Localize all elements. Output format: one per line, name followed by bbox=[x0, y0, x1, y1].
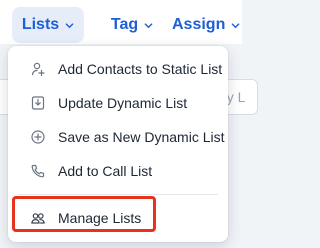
tag-button-label: Tag bbox=[110, 16, 139, 33]
assign-button[interactable]: Assign bbox=[163, 7, 253, 43]
menu-item-label: Update Dynamic List bbox=[58, 95, 188, 111]
menu-divider bbox=[18, 194, 218, 195]
menu-item-save-as-new-dynamic-list[interactable]: Save as New Dynamic List bbox=[8, 122, 228, 152]
assign-button-label: Assign bbox=[172, 16, 226, 33]
phone-icon bbox=[30, 163, 46, 179]
menu-item-add-to-call-list[interactable]: Add to Call List bbox=[8, 156, 228, 186]
chevron-down-icon bbox=[65, 22, 74, 28]
chevron-down-icon bbox=[144, 22, 153, 28]
menu-item-label: Add to Call List bbox=[58, 163, 153, 179]
add-contact-icon bbox=[30, 61, 46, 77]
lists-button-label: Lists bbox=[21, 16, 60, 33]
highlight-box bbox=[12, 196, 156, 232]
tag-button[interactable]: Tag bbox=[102, 7, 162, 43]
lists-button[interactable]: Lists bbox=[12, 7, 84, 43]
plus-circle-icon bbox=[30, 129, 46, 145]
toolbar: Lists Tag Assign bbox=[0, 0, 242, 44]
menu-item-label: Save as New Dynamic List bbox=[58, 129, 225, 145]
menu-item-update-dynamic-list[interactable]: Update Dynamic List bbox=[8, 88, 228, 118]
chevron-down-icon bbox=[231, 22, 240, 28]
lists-dropdown-menu: Add Contacts to Static List Update Dynam… bbox=[8, 46, 228, 242]
download-file-icon bbox=[30, 95, 46, 111]
menu-item-add-contacts-to-static-list[interactable]: Add Contacts to Static List bbox=[8, 54, 228, 84]
menu-item-label: Add Contacts to Static List bbox=[58, 61, 223, 77]
